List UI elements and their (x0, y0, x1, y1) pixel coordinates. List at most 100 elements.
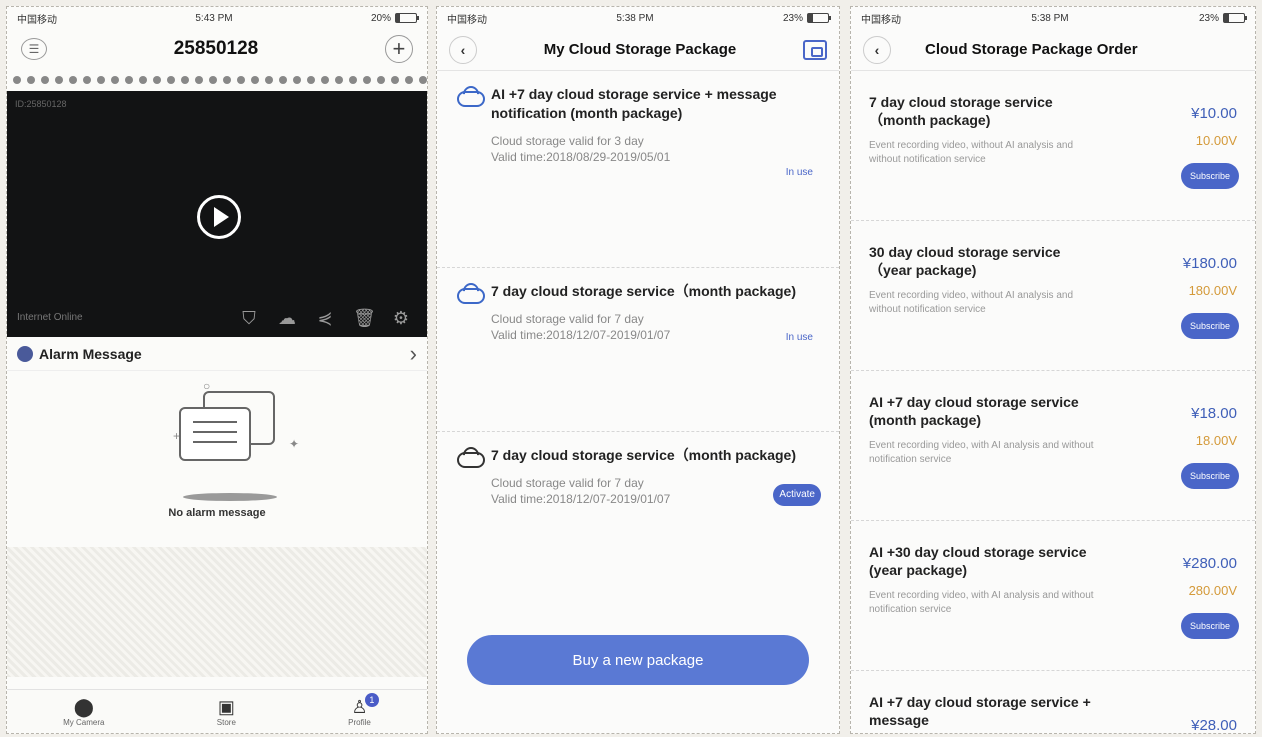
camera-id-label: ID:25850128 (15, 99, 67, 109)
package-details: Cloud storage valid for 7 day Valid time… (491, 311, 721, 343)
package-title-label: 7 day cloud storage service（month packag… (491, 447, 796, 463)
battery: 23% (1198, 12, 1247, 24)
subscribe-button[interactable]: Subscribe (1181, 313, 1239, 339)
order-vprice: 180.00V (1188, 283, 1237, 298)
order-price: ¥10.00 (1191, 105, 1237, 122)
order-price: ¥180.00 (1182, 255, 1237, 272)
online-status: Internet Online (17, 312, 83, 323)
settings-icon[interactable]: ⚙ (391, 308, 411, 329)
back-button[interactable]: ‹ (863, 35, 891, 64)
battery-icon (394, 13, 419, 23)
tab-my-camera[interactable]: ⬤ My Camera (63, 697, 104, 727)
cloud-icon (455, 447, 485, 468)
alarm-header[interactable]: Alarm Message › (7, 337, 427, 371)
tab-profile[interactable]: ♙ 1 Profile (348, 692, 379, 727)
tab-label: Store (216, 717, 236, 727)
status-badge: In use (785, 332, 813, 343)
add-icon[interactable]: + (384, 35, 413, 63)
nav-bar: ‹ My Cloud Storage Package (437, 29, 839, 71)
battery-fill (807, 14, 813, 22)
subscribe-button[interactable]: Subscribe (1181, 163, 1239, 189)
order-price: ¥280.00 (1182, 555, 1237, 572)
trash-icon[interactable]: 🗑 (353, 308, 376, 329)
package-item: 7 day cloud storage service（month packag… (437, 267, 839, 431)
order-title: AI +7 day cloud storage service + messag… (869, 694, 1091, 728)
activate-button[interactable]: Activate (773, 484, 821, 506)
chat-bubble-icon (179, 407, 251, 461)
bottom-tab-bar: ⬤ My Camera ▣ Store ♙ 1 Profile (7, 689, 427, 733)
time-label: 5:38 PM (616, 12, 654, 24)
video-toolbar: ⛉ ☁ ⋞ 🗑 ⚙ (239, 308, 411, 329)
battery-label: 23% (782, 12, 803, 24)
time-label: 5:38 PM (1031, 12, 1069, 24)
video-player[interactable]: ID:25850128 Internet Online ⛉ ☁ ⋞ 🗑 ⚙ (7, 91, 427, 337)
battery-label: 20% (370, 12, 391, 24)
play-icon[interactable] (197, 195, 241, 239)
package-title-label: 7 day cloud storage service（month packag… (491, 283, 796, 299)
menu-icon[interactable]: ☰ (21, 38, 47, 60)
cloud-icon (455, 283, 485, 304)
back-button[interactable]: ‹ (449, 35, 477, 64)
package-validity: Cloud storage valid for 7 day (491, 312, 644, 326)
subscribe-button[interactable]: Subscribe (1181, 463, 1239, 489)
alarm-icon (17, 345, 33, 362)
empty-shadow (183, 493, 277, 501)
shield-icon[interactable]: ⛉ (239, 308, 259, 329)
package-title-label: AI +7 day cloud storage service + messag… (491, 86, 777, 121)
battery: 23% (782, 12, 831, 24)
status-badge: In use (785, 167, 813, 178)
package-time: Valid time:2018/12/07-2019/01/07 (491, 492, 671, 506)
cloud-icon (455, 86, 485, 107)
order-price: ¥18.00 (1191, 405, 1237, 422)
package-item: AI +7 day cloud storage service + messag… (437, 71, 839, 267)
sparkle-icon: ✦ (289, 437, 300, 451)
battery-icon (806, 13, 831, 23)
background-area (7, 547, 427, 677)
tab-label: My Camera (63, 717, 105, 727)
wallet-icon[interactable] (803, 39, 827, 60)
empty-message: No alarm message (168, 507, 266, 519)
order-item: 30 day cloud storage service（year packag… (851, 221, 1255, 371)
page-title: Cloud Storage Package Order (925, 41, 1138, 58)
battery: 20% (370, 12, 419, 24)
nav-bar: ‹ Cloud Storage Package Order (851, 29, 1255, 71)
order-description: Event recording video, with AI analysis … (869, 440, 1094, 465)
tab-label: Profile (348, 717, 371, 727)
subscribe-button[interactable]: Subscribe (1181, 613, 1239, 639)
order-description: Event recording video, without AI analys… (869, 290, 1074, 315)
my-cloud-storage-screen: 中国移动 5:38 PM 23% ‹ My Cloud Storage Pack… (436, 6, 840, 734)
order-item: AI +30 day cloud storage service (year p… (851, 521, 1255, 671)
camera-home-screen: 中国移动 5:43 PM 20% ☰ 25850128 + ID:2585012… (6, 6, 428, 734)
carrier-label: 中国移动 (861, 14, 901, 26)
top-bar: ☰ 25850128 + (7, 29, 427, 69)
order-title: AI +7 day cloud storage service (month p… (869, 394, 1079, 428)
alarm-title-label: Alarm Message (39, 345, 142, 362)
time-label: 5:43 PM (195, 12, 233, 24)
status-bar: 中国移动 5:38 PM 23% (437, 7, 839, 29)
package-item: 7 day cloud storage service（month packag… (437, 431, 839, 599)
package-title: AI +7 day cloud storage service + messag… (455, 85, 825, 123)
chevron-right-icon[interactable]: › (410, 341, 417, 367)
share-icon[interactable]: ⋞ (315, 308, 335, 329)
camera-dots-row (7, 69, 427, 91)
status-bar: 中国移动 5:38 PM 23% (851, 7, 1255, 29)
order-title: 30 day cloud storage service（year packag… (869, 244, 1061, 278)
battery-label: 23% (1198, 12, 1219, 24)
package-time: Valid time:2018/12/07-2019/01/07 (491, 328, 671, 342)
page-title: 25850128 (173, 38, 259, 59)
order-title: AI +30 day cloud storage service (year p… (869, 544, 1087, 578)
order-description: Event recording video, with AI analysis … (869, 590, 1094, 615)
battery-fill (1223, 14, 1229, 22)
cloud-icon[interactable]: ☁ (277, 308, 297, 329)
buy-new-package-button[interactable]: Buy a new package (467, 635, 809, 685)
tab-store[interactable]: ▣ Store (217, 697, 236, 727)
notification-badge: 1 (364, 692, 379, 707)
carrier-label: 中国移动 (17, 14, 57, 26)
package-details: Cloud storage valid for 7 day Valid time… (491, 475, 721, 507)
order-item: AI +7 day cloud storage service (month p… (851, 371, 1255, 521)
location-pin-icon: ⬤ (73, 696, 94, 717)
package-validity: Cloud storage valid for 7 day (491, 476, 644, 490)
package-title: 7 day cloud storage service（month packag… (455, 446, 825, 468)
order-title: 7 day cloud storage service（month packag… (869, 94, 1053, 128)
empty-state: ○ + ✦ No alarm message (7, 371, 427, 547)
